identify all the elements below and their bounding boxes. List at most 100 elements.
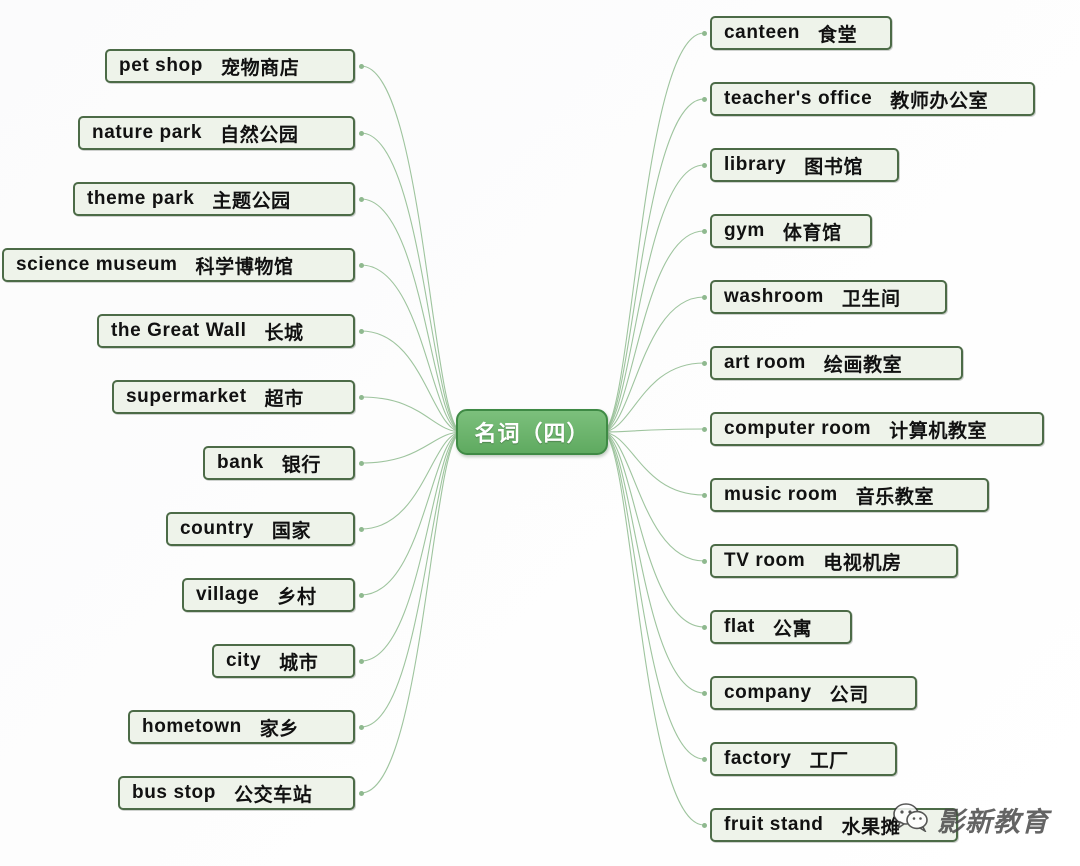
connector-dot bbox=[701, 426, 707, 432]
center-node[interactable]: 名词（四） bbox=[456, 409, 608, 455]
wechat-icon bbox=[893, 802, 929, 837]
branch-node-en: art room bbox=[724, 352, 806, 373]
branch-node-en: flat bbox=[724, 616, 755, 637]
branch-node-en: music room bbox=[724, 484, 838, 505]
connector-dot bbox=[358, 394, 364, 400]
branch-node[interactable]: factory 工厂 bbox=[710, 742, 897, 776]
branch-node-zh: 公寓 bbox=[772, 617, 813, 640]
branch-node[interactable]: library 图书馆 bbox=[710, 148, 899, 182]
watermark: 影新教育 bbox=[893, 800, 1049, 839]
connector-dot bbox=[358, 460, 364, 466]
branch-node-zh: 银行 bbox=[281, 453, 321, 476]
branch-node[interactable]: supermarket 超市 bbox=[112, 380, 355, 414]
branch-node-zh: 工厂 bbox=[809, 749, 849, 772]
branch-node-zh: 图书馆 bbox=[804, 155, 864, 178]
branch-node-en: nature park bbox=[92, 122, 203, 143]
branch-node[interactable]: the Great Wall 长城 bbox=[97, 314, 355, 348]
branch-node-en: country bbox=[180, 518, 254, 539]
branch-node-zh: 主题公园 bbox=[212, 189, 291, 212]
branch-node[interactable]: village 乡村 bbox=[182, 578, 355, 612]
connector-curve bbox=[360, 264, 463, 433]
branch-node[interactable]: hometown 家乡 bbox=[128, 710, 355, 744]
connector-dot bbox=[701, 228, 707, 234]
branch-node[interactable]: bus stop 公交车站 bbox=[118, 776, 355, 810]
connector-dot bbox=[358, 526, 364, 532]
branch-node-zh: 电视机房 bbox=[823, 551, 902, 574]
branch-node-en: computer room bbox=[724, 418, 872, 439]
connector-dot bbox=[358, 262, 364, 268]
connector-dot bbox=[701, 558, 707, 564]
connector-curve bbox=[360, 65, 463, 433]
branch-node[interactable]: company 公司 bbox=[710, 676, 917, 710]
connector-dot bbox=[701, 162, 707, 168]
connector-curve bbox=[360, 431, 463, 662]
watermark-text: 影新教育 bbox=[937, 807, 1049, 838]
branch-node[interactable]: bank 银行 bbox=[203, 446, 355, 480]
branch-node-zh: 公交车站 bbox=[233, 783, 313, 806]
branch-node-zh: 自然公园 bbox=[220, 123, 299, 146]
branch-node-zh: 公司 bbox=[829, 683, 869, 706]
connector-curve bbox=[601, 428, 705, 433]
branch-node[interactable]: teacher's office 教师办公室 bbox=[710, 82, 1035, 116]
branch-node[interactable]: flat 公寓 bbox=[710, 610, 852, 644]
connector-curve bbox=[360, 431, 463, 530]
branch-node[interactable]: washroom 卫生间 bbox=[710, 280, 947, 314]
connector-dot bbox=[358, 658, 364, 664]
branch-node-en: teacher's office bbox=[724, 88, 873, 109]
branch-node-zh: 超市 bbox=[264, 387, 304, 410]
connector-dot bbox=[701, 756, 707, 762]
branch-node-zh: 计算机教室 bbox=[889, 419, 988, 442]
branch-node-zh: 长城 bbox=[264, 321, 304, 344]
branch-node[interactable]: pet shop 宠物商店 bbox=[105, 49, 355, 83]
branch-node-en: supermarket bbox=[126, 386, 247, 407]
connector-curve bbox=[601, 431, 705, 760]
branch-node[interactable]: canteen 食堂 bbox=[710, 16, 892, 50]
connector-curve bbox=[601, 431, 705, 628]
connector-dot bbox=[358, 592, 364, 598]
connector-curve bbox=[601, 296, 705, 433]
connector-curve bbox=[601, 431, 705, 562]
branch-node-zh: 国家 bbox=[271, 519, 312, 542]
branch-node-en: canteen bbox=[724, 22, 801, 43]
connector-curve bbox=[601, 362, 705, 433]
branch-node[interactable]: art room 绘画教室 bbox=[710, 346, 963, 380]
branch-node[interactable]: computer room 计算机教室 bbox=[710, 412, 1044, 446]
connector-dot bbox=[701, 360, 707, 366]
branch-node[interactable]: nature park 自然公园 bbox=[78, 116, 355, 150]
connector-curve bbox=[601, 230, 705, 433]
connector-curve bbox=[601, 98, 705, 433]
connector-curve bbox=[360, 431, 463, 596]
branch-node-en: the Great Wall bbox=[111, 320, 247, 341]
branch-node[interactable]: TV room 电视机房 bbox=[710, 544, 958, 578]
branch-node-en: factory bbox=[724, 748, 792, 769]
connector-dot bbox=[701, 492, 707, 498]
connector-curve bbox=[360, 431, 463, 794]
branch-node-en: bus stop bbox=[132, 782, 216, 803]
connector-dot bbox=[358, 328, 364, 334]
center-node-label: 名词（四） bbox=[474, 422, 590, 447]
branch-node-zh: 食堂 bbox=[818, 23, 858, 46]
connector-dot bbox=[701, 294, 707, 300]
branch-node-en: science museum bbox=[16, 254, 178, 275]
connector-curve bbox=[601, 431, 705, 694]
branch-node[interactable]: theme park 主题公园 bbox=[73, 182, 355, 216]
branch-node-en: bank bbox=[217, 452, 264, 473]
connector-dot bbox=[701, 624, 707, 630]
connector-curve bbox=[360, 396, 463, 433]
branch-node-en: fruit stand bbox=[724, 814, 824, 835]
connector-dot bbox=[358, 196, 364, 202]
mindmap-canvas: pet shop 宠物商店 nature park 自然公园 theme park 主题公… bbox=[0, 0, 1080, 866]
connector-curve bbox=[601, 164, 705, 433]
branch-node[interactable]: gym 体育馆 bbox=[710, 214, 872, 248]
branch-node[interactable]: city 城市 bbox=[212, 644, 355, 678]
connector-dot bbox=[358, 130, 364, 136]
branch-node[interactable]: science museum 科学博物馆 bbox=[2, 248, 355, 282]
branch-node-zh: 卫生间 bbox=[841, 287, 901, 310]
connector-curve bbox=[360, 431, 463, 728]
branch-node[interactable]: country 国家 bbox=[166, 512, 355, 546]
connector-curve bbox=[360, 431, 463, 464]
branch-node-zh: 城市 bbox=[279, 651, 319, 674]
branch-node-zh: 体育馆 bbox=[782, 221, 842, 244]
branch-node[interactable]: music room 音乐教室 bbox=[710, 478, 989, 512]
branch-node-zh: 音乐教室 bbox=[855, 485, 935, 508]
